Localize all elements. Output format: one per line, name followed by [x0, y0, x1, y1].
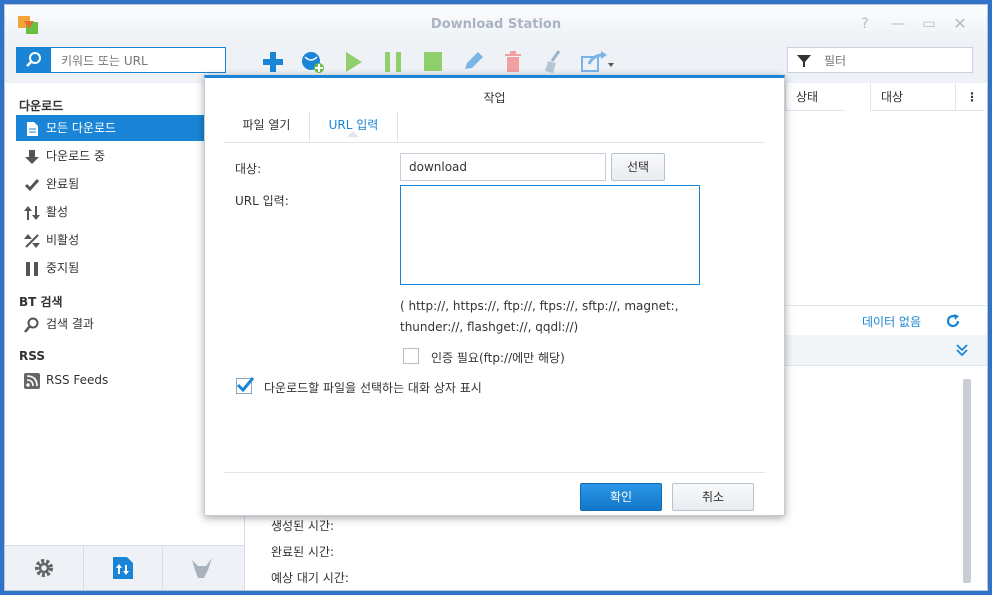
detail-created-time: 생성된 시간:	[271, 519, 335, 533]
edit-icon[interactable]	[459, 49, 487, 75]
resume-icon[interactable]	[339, 49, 367, 75]
app-window: Download Station ? — ▭ ✕ 다운로드	[4, 4, 988, 591]
rss-icon	[24, 373, 40, 389]
show-file-dialog-label: 다운로드할 파일을 선택하는 대화 상자 표시	[264, 381, 482, 395]
show-file-dialog-checkbox[interactable]	[236, 377, 254, 394]
chevron-double-down-icon[interactable]	[955, 343, 969, 357]
sidebar-item-label: 비활성	[46, 233, 80, 247]
select-destination-button[interactable]: 선택	[611, 153, 665, 181]
up-down-arrows-icon	[24, 206, 40, 220]
document-icon	[27, 122, 38, 136]
filter-box[interactable]	[787, 47, 973, 73]
sidebar-section-rss: RSS	[19, 349, 45, 363]
pause-icon[interactable]	[379, 49, 407, 75]
destination-field[interactable]	[400, 153, 606, 181]
arrow-down-icon	[25, 150, 39, 164]
delete-icon[interactable]	[499, 49, 527, 75]
sidebar-item-label: 중지됨	[46, 261, 80, 275]
mule-icon	[192, 558, 212, 578]
add-task-icon[interactable]	[259, 49, 287, 75]
dialog-tabs: 파일 열기 URL 입력	[224, 112, 765, 143]
refresh-icon[interactable]	[945, 313, 961, 329]
minimize-icon[interactable]: —	[889, 15, 907, 33]
emule-button[interactable]	[163, 546, 242, 590]
sidebar-item-label: 모든 다운로드	[46, 121, 117, 135]
url-textarea[interactable]	[400, 185, 700, 285]
close-icon[interactable]: ✕	[951, 15, 969, 33]
inactive-arrows-icon	[24, 234, 40, 248]
ok-button[interactable]: 확인	[580, 483, 662, 511]
search-box[interactable]	[16, 47, 226, 73]
checkmark-icon	[236, 377, 254, 393]
tab-open-file[interactable]: 파일 열기	[224, 112, 310, 142]
create-task-dialog: 작업 파일 열기 URL 입력 대상: 선택 URL 입력: ( http://…	[204, 75, 785, 516]
dialog-footer-divider	[224, 472, 765, 473]
title-bar: Download Station ? — ▭ ✕	[5, 5, 987, 43]
sidebar-item-label: 검색 결과	[46, 317, 94, 331]
transfer-file-icon	[113, 557, 133, 579]
supported-protocols-hint: ( http://, https://, ftp://, ftps://, sf…	[400, 299, 679, 334]
add-url-globe-icon[interactable]	[299, 49, 327, 75]
sidebar-item-label: 다운로드 중	[46, 149, 106, 163]
magnifier-icon	[24, 317, 39, 333]
stop-icon[interactable]	[419, 49, 447, 75]
detail-estimated-wait: 예상 대기 시간:	[271, 571, 349, 585]
gear-icon	[35, 559, 53, 577]
share-dropdown-icon[interactable]	[579, 49, 615, 75]
auth-required-checkbox[interactable]	[403, 348, 419, 364]
window-title: Download Station	[430, 17, 562, 32]
help-icon[interactable]: ?	[856, 15, 874, 33]
column-header-status[interactable]: 상태	[785, 83, 845, 111]
settings-button[interactable]	[5, 546, 84, 590]
sidebar-section-bt-search: BT 검색	[19, 295, 63, 309]
transfer-log-button[interactable]	[84, 546, 163, 590]
destination-label: 대상:	[235, 162, 262, 176]
no-data-label: 데이터 없음	[862, 315, 922, 329]
column-header-destination[interactable]: 대상	[870, 83, 955, 111]
search-icon	[17, 48, 51, 72]
sidebar-section-downloads: 다운로드	[19, 99, 64, 113]
checkmark-icon	[24, 179, 40, 192]
detail-scrollbar[interactable]	[963, 379, 971, 583]
sidebar-footer	[5, 545, 244, 590]
tab-url-input[interactable]: URL 입력	[310, 112, 398, 142]
detail-completed-time: 완료된 시간:	[271, 545, 335, 559]
url-input-label: URL 입력:	[235, 194, 289, 208]
clear-completed-icon[interactable]	[539, 49, 567, 75]
sidebar-item-label: 활성	[46, 205, 69, 219]
active-tab-indicator	[347, 131, 359, 137]
pause-small-icon	[26, 262, 38, 276]
filter-input[interactable]	[822, 50, 966, 72]
column-options-icon[interactable]: ⋮	[955, 83, 985, 111]
sidebar-item-label: RSS Feeds	[46, 373, 109, 387]
filter-icon	[797, 55, 811, 67]
cancel-button[interactable]: 취소	[672, 483, 754, 511]
search-input[interactable]	[59, 50, 223, 72]
auth-required-label: 인증 필요(ftp://에만 해당)	[431, 351, 565, 365]
dialog-title: 작업	[483, 91, 506, 105]
sidebar-item-label: 완료됨	[46, 177, 80, 191]
maximize-icon[interactable]: ▭	[920, 15, 938, 33]
